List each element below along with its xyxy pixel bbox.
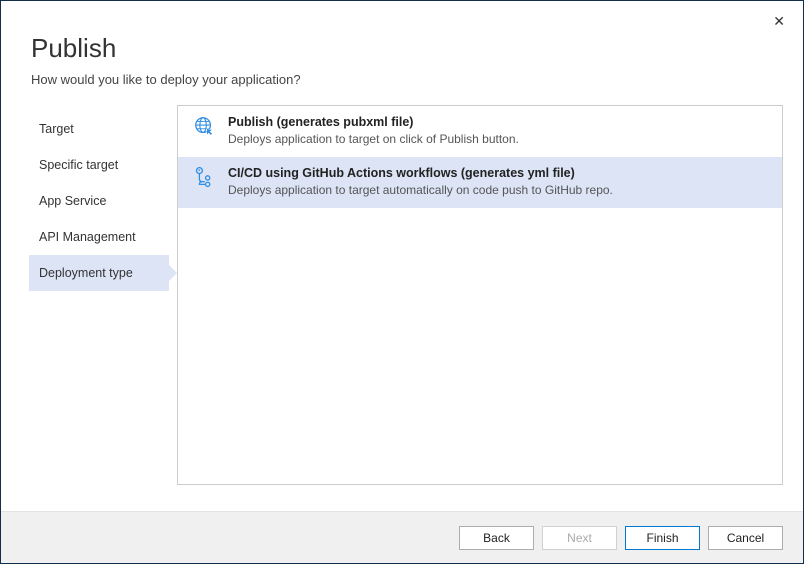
- back-button[interactable]: Back: [459, 526, 534, 550]
- option-title: CI/CD using GitHub Actions workflows (ge…: [228, 166, 768, 180]
- sidebar-item-label: App Service: [39, 194, 106, 208]
- page-title: Publish: [31, 33, 773, 64]
- options-panel: Publish (generates pubxml file) Deploys …: [177, 105, 783, 485]
- sidebar-item-api-management[interactable]: API Management: [29, 219, 169, 255]
- close-icon: ✕: [773, 13, 785, 29]
- option-title: Publish (generates pubxml file): [228, 115, 768, 129]
- option-publish-pubxml[interactable]: Publish (generates pubxml file) Deploys …: [178, 106, 782, 157]
- sidebar-item-label: Deployment type: [39, 266, 133, 280]
- cancel-button[interactable]: Cancel: [708, 526, 783, 550]
- sidebar-item-label: Target: [39, 122, 74, 136]
- option-description: Deploys application to target on click o…: [228, 132, 768, 146]
- finish-button[interactable]: Finish: [625, 526, 700, 550]
- sidebar-item-target[interactable]: Target: [29, 111, 169, 147]
- close-button[interactable]: ✕: [767, 9, 791, 34]
- workflow-icon: [192, 166, 216, 190]
- globe-cursor-icon: [192, 115, 216, 139]
- next-button: Next: [542, 526, 617, 550]
- dialog-footer: Back Next Finish Cancel: [1, 511, 803, 563]
- sidebar-item-app-service[interactable]: App Service: [29, 183, 169, 219]
- page-subtitle: How would you like to deploy your applic…: [31, 72, 773, 87]
- dialog-header: Publish How would you like to deploy you…: [1, 1, 803, 105]
- wizard-steps-sidebar: Target Specific target App Service API M…: [29, 105, 169, 485]
- sidebar-item-label: Specific target: [39, 158, 118, 172]
- sidebar-item-label: API Management: [39, 230, 136, 244]
- sidebar-item-deployment-type[interactable]: Deployment type: [29, 255, 169, 291]
- sidebar-item-specific-target[interactable]: Specific target: [29, 147, 169, 183]
- option-description: Deploys application to target automatica…: [228, 183, 768, 197]
- option-cicd-github-actions[interactable]: CI/CD using GitHub Actions workflows (ge…: [178, 157, 782, 208]
